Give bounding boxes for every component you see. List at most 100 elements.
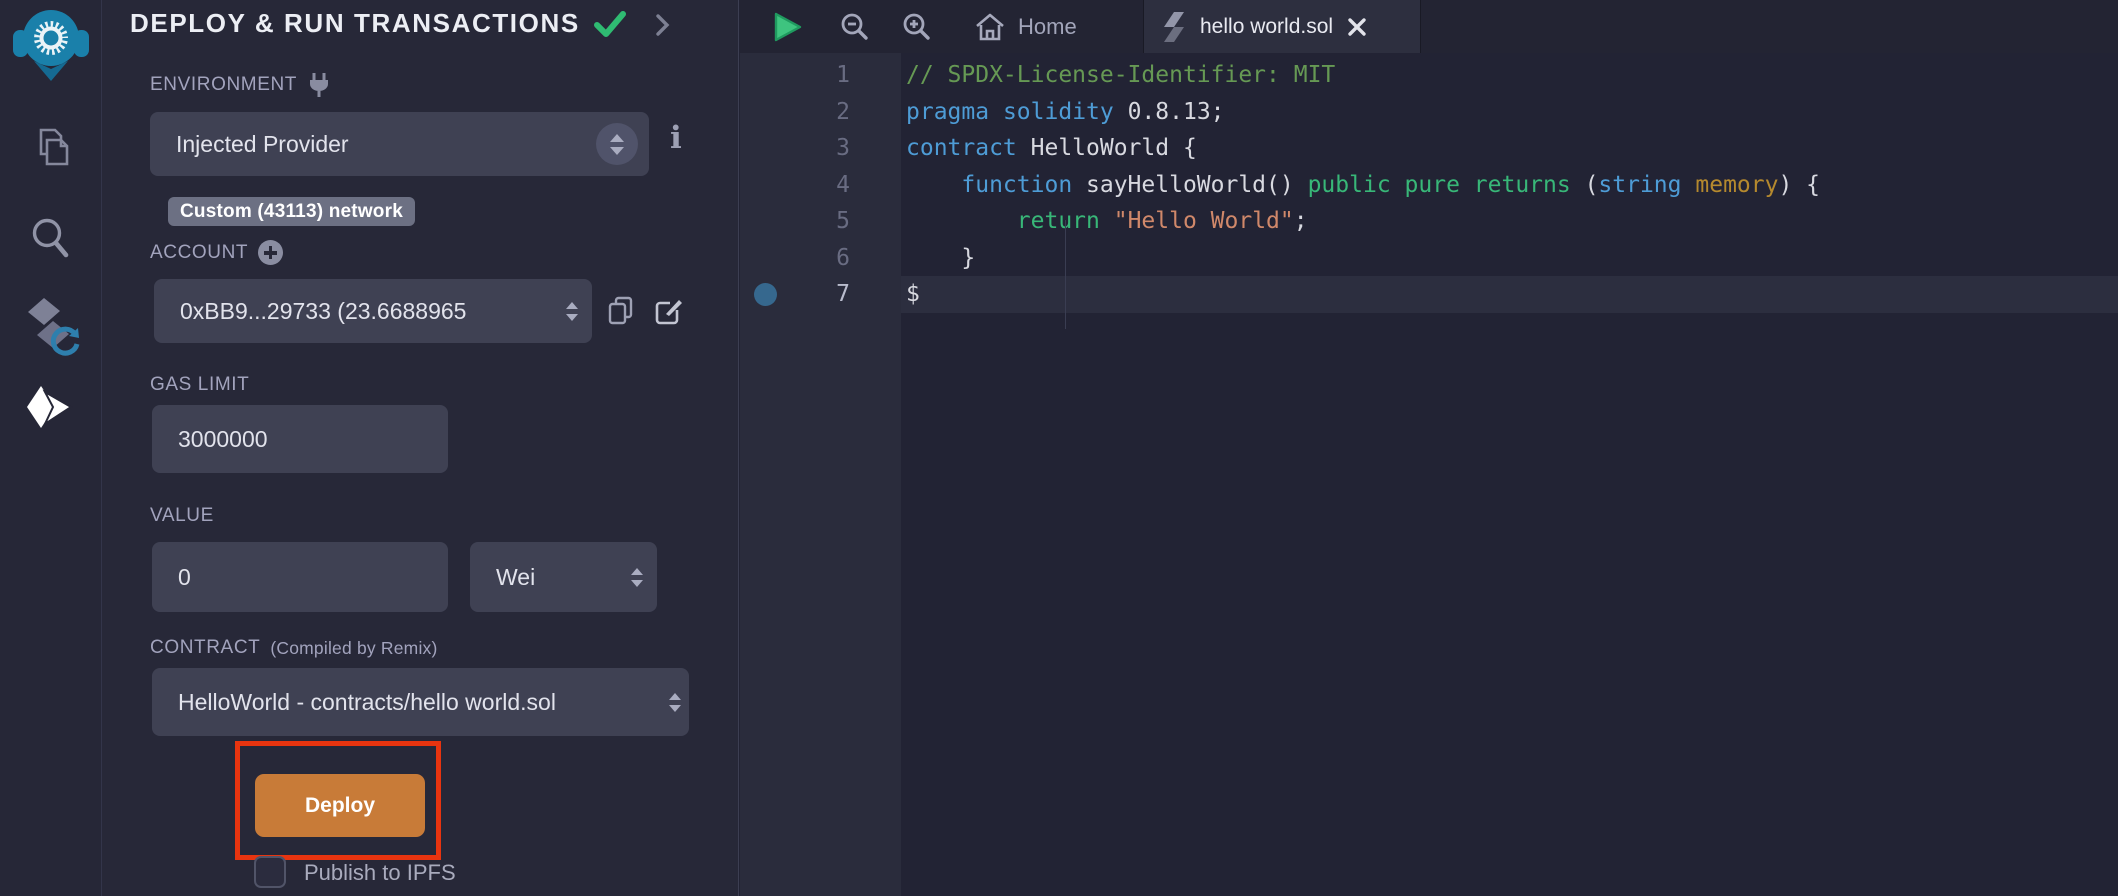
zoom-in-button[interactable] (902, 0, 932, 53)
code-line: function sayHelloWorld() public pure ret… (901, 167, 2118, 204)
sidebar-item-solidity-compiler[interactable] (0, 296, 101, 358)
plug-icon (307, 72, 331, 98)
sidebar-item-search[interactable] (0, 214, 101, 262)
code-token: solidity (1003, 99, 1114, 125)
code-token (1460, 172, 1474, 198)
gas-limit-value: 3000000 (178, 426, 268, 453)
code-line: $ (901, 276, 2118, 313)
code-token: pure (1405, 172, 1460, 198)
tab-file-label: hello world.sol (1200, 15, 1333, 39)
value-input[interactable]: 0 (152, 542, 448, 612)
value-amount: 0 (178, 564, 191, 591)
publish-ipfs-label: Publish to IPFS (304, 860, 456, 886)
code-token: ; (1294, 208, 1308, 234)
account-select[interactable]: 0xBB9...29733 (23.6688965 (154, 279, 592, 343)
close-icon[interactable] (1347, 17, 1367, 37)
value-label: VALUE (150, 505, 214, 527)
chevron-right-icon[interactable] (656, 13, 670, 37)
gas-limit-label-text: GAS LIMIT (150, 374, 249, 396)
value-unit: Wei (496, 564, 535, 591)
code-token: contract (906, 135, 1017, 161)
value-label-text: VALUE (150, 505, 214, 527)
environment-label: ENVIRONMENT (150, 74, 297, 96)
code-token (906, 172, 961, 198)
code-token: ( (1571, 172, 1599, 198)
deploy-button[interactable]: Deploy (255, 774, 425, 837)
line-number: 3 (740, 130, 850, 167)
code-token: public (1308, 172, 1391, 198)
code-token (906, 208, 1017, 234)
code-token: $ (906, 281, 920, 307)
code-line: } (901, 240, 2118, 277)
copy-icon[interactable] (607, 296, 635, 326)
solidity-file-icon (1162, 11, 1186, 43)
select-arrows-icon (566, 302, 578, 321)
contract-value: HelloWorld - contracts/hello world.sol (178, 689, 556, 716)
editor-tabbar: Home hello world.sol (740, 0, 2118, 53)
tab-home[interactable]: Home (960, 0, 1091, 53)
sidebar-item-file-explorer[interactable] (0, 124, 101, 172)
value-unit-select[interactable]: Wei (470, 542, 657, 612)
code-token: returns (1474, 172, 1571, 198)
environment-updown-circle-icon[interactable] (596, 123, 638, 165)
code-token: ) { (1778, 172, 1820, 198)
sidebar-item-deploy-run[interactable] (0, 384, 101, 434)
publish-ipfs-checkbox[interactable] (254, 856, 286, 888)
line-number: 4 (740, 167, 850, 204)
gas-limit-input[interactable]: 3000000 (152, 405, 448, 473)
code-line: // SPDX-License-Identifier: MIT (901, 57, 2118, 94)
run-script-button[interactable] (773, 0, 803, 53)
remix-logo[interactable] (0, 5, 101, 81)
editor-region: Home hello world.sol 1234567 // SPDX-Lic… (740, 0, 2118, 896)
code-token: pragma (906, 99, 989, 125)
code-token: string (1598, 172, 1681, 198)
code-editor[interactable]: // SPDX-License-Identifier: MIT pragma so… (901, 53, 2118, 896)
code-token (1391, 172, 1405, 198)
line-number: 2 (740, 94, 850, 131)
zoom-out-icon (840, 12, 870, 42)
home-icon (974, 12, 1006, 42)
icon-sidebar (0, 0, 102, 896)
line-number: 5 (740, 203, 850, 240)
arrow-down-icon (610, 147, 624, 155)
code-token (1100, 208, 1114, 234)
play-icon (773, 11, 803, 43)
code-token: sayHelloWorld() (1072, 172, 1307, 198)
code-token: // SPDX-License-Identifier: MIT (906, 62, 1335, 88)
gutter-numbers: 1234567 (740, 57, 850, 313)
deploy-run-icon (25, 384, 77, 434)
tab-file-active[interactable]: hello world.sol (1143, 0, 1421, 53)
info-icon[interactable]: i (670, 120, 682, 156)
plus-circle-icon[interactable] (258, 240, 283, 265)
solidity-compiler-icon (20, 296, 82, 358)
contract-label: CONTRACT (150, 637, 260, 659)
tab-home-label: Home (1018, 14, 1077, 40)
edit-icon[interactable] (653, 296, 683, 326)
environment-select[interactable]: Injected Provider (150, 112, 649, 176)
deploy-run-panel: DEPLOY & RUN TRANSACTIONS ENVIRONMENT In… (102, 0, 739, 896)
code-token: 0.8.13; (1114, 99, 1225, 125)
account-label-row: ACCOUNT (150, 240, 283, 265)
select-arrows-icon (631, 568, 643, 587)
arrow-up-icon (610, 134, 624, 142)
check-icon (594, 9, 626, 39)
editor-gutter[interactable]: 1234567 (740, 53, 901, 896)
zoom-out-button[interactable] (840, 0, 870, 53)
search-icon (27, 214, 75, 262)
code-token: "Hello World" (1114, 208, 1294, 234)
environment-label-row: ENVIRONMENT (150, 72, 331, 98)
account-value: 0xBB9...29733 (23.6688965 (180, 298, 466, 325)
panel-header: DEPLOY & RUN TRANSACTIONS (130, 8, 670, 39)
panel-title: DEPLOY & RUN TRANSACTIONS (130, 8, 580, 39)
environment-value: Injected Provider (176, 131, 349, 158)
code-token (1682, 172, 1696, 198)
breakpoint-dot[interactable] (754, 283, 777, 306)
remix-logo-icon (10, 5, 92, 81)
code-token: HelloWorld { (1017, 135, 1197, 161)
contract-note: (Compiled by Remix) (270, 638, 437, 659)
code-line: pragma solidity 0.8.13; (901, 94, 2118, 131)
line-number: 6 (740, 240, 850, 277)
contract-select[interactable]: HelloWorld - contracts/hello world.sol (152, 668, 689, 736)
code-line: return "Hello World"; (901, 203, 2118, 240)
file-explorer-icon (27, 124, 75, 172)
